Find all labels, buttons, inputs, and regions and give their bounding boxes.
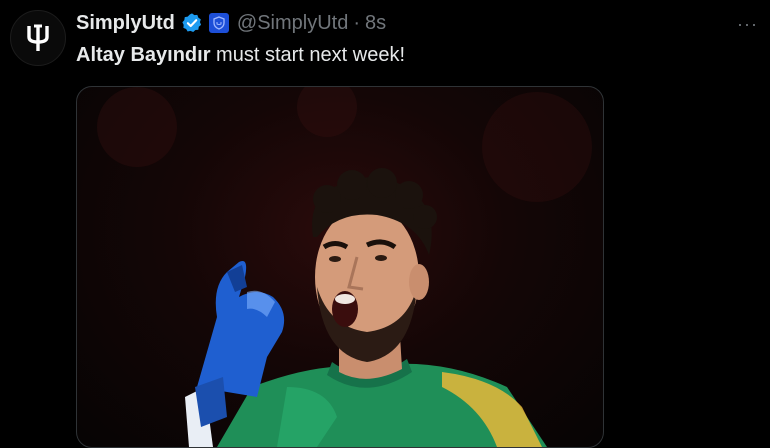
shield-icon <box>213 16 225 30</box>
author-name[interactable]: SimplyUtd <box>76 12 175 35</box>
tweet-header: SimplyUtd @SimplyUtd · 8s <box>76 10 386 36</box>
separator-dot: · <box>353 11 361 34</box>
tweet-text: Altay Bayındır must start next week! <box>76 44 405 67</box>
author-handle[interactable]: @SimplyUtd <box>237 12 348 35</box>
author-avatar[interactable] <box>10 10 66 66</box>
goalkeeper-photo <box>97 87 592 447</box>
tweet-media-photo[interactable] <box>76 86 604 448</box>
tweet-text-rest: must start next week! <box>210 44 405 66</box>
post-timestamp[interactable]: 8s <box>365 12 386 35</box>
more-options-icon[interactable]: ··· <box>737 14 758 35</box>
verified-badge-icon[interactable] <box>181 12 203 34</box>
affiliate-badge-icon[interactable] <box>208 13 229 33</box>
tweet-text-bold: Altay Bayındır <box>76 44 211 66</box>
trident-icon <box>27 24 49 51</box>
